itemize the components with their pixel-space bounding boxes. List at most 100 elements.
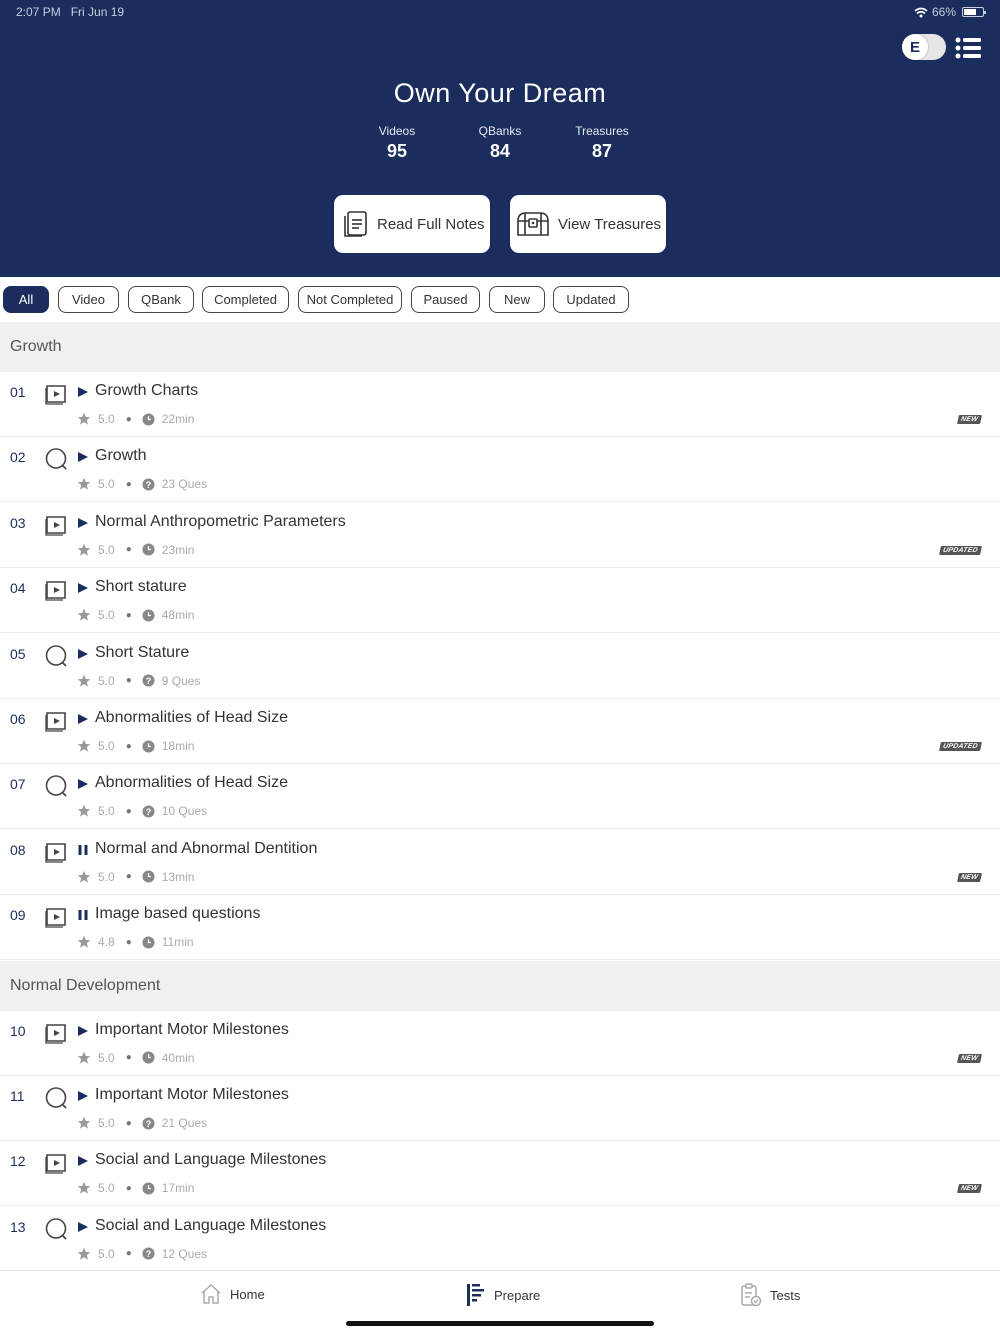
- clock-icon: [142, 609, 155, 622]
- item-title: Social and Language Milestones: [95, 1151, 327, 1169]
- item-rating: 5.0: [98, 739, 115, 753]
- nav-prepare[interactable]: Prepare: [466, 1283, 540, 1307]
- star-icon: [77, 543, 91, 556]
- filter-chip-updated[interactable]: Updated: [553, 286, 629, 313]
- item-rating: 5.0: [98, 477, 115, 492]
- toggle-knob: E: [902, 34, 928, 60]
- separator-dot: ●: [125, 675, 132, 687]
- list-item[interactable]: 02 Growth 5.0 ●? 23 Ques: [0, 437, 1000, 503]
- item-meta: 5.0 ● 18min: [77, 739, 194, 753]
- item-meta: 4.8 ● 11min: [77, 935, 194, 949]
- star-icon: [77, 674, 91, 687]
- item-number: 10: [10, 1022, 26, 1039]
- svg-text:?: ?: [145, 676, 151, 686]
- list-item[interactable]: 13 Social and Language Milestones 5.0 ●? 12 …: [0, 1206, 1000, 1272]
- list-item[interactable]: 08 Normal and Abnormal Dentition 5.0 ● 13min…: [0, 829, 1000, 895]
- list-item[interactable]: 11 Important Motor Milestones 5.0 ●? 21 Ques: [0, 1076, 1000, 1141]
- star-icon: [77, 805, 91, 817]
- prepare-icon: [467, 1284, 484, 1306]
- qbank-icon: [44, 774, 68, 798]
- qbank-icon: [44, 644, 68, 668]
- list-item[interactable]: 06 Abnormalities of Head Size 5.0 ● 18min UPD…: [0, 699, 1000, 764]
- item-info: 11min: [161, 935, 194, 950]
- clock-icon: [142, 1182, 155, 1195]
- item-rating: 5.0: [98, 542, 115, 557]
- item-info: 17min: [161, 1181, 195, 1196]
- list-item[interactable]: 10 Important Motor Milestones 5.0 ● 40min NEW: [0, 1010, 1000, 1076]
- clock-icon: [142, 870, 155, 883]
- battery-percent: 66%: [931, 5, 956, 19]
- item-rating: 4.8: [98, 935, 115, 950]
- filter-chip-completed[interactable]: Completed: [202, 286, 289, 313]
- pause-icon: [77, 908, 89, 922]
- item-info: 23min: [161, 542, 195, 557]
- clock-icon: [142, 739, 155, 753]
- list-item[interactable]: 01 Growth Charts 5.0 ● 22min NEW: [0, 372, 1000, 437]
- play-icon: [77, 1154, 89, 1168]
- qbank-icon: [44, 1217, 68, 1241]
- video-icon: [44, 1151, 68, 1175]
- list-item[interactable]: 09 Image based questions 4.8 ● 11min: [0, 895, 1000, 961]
- separator-dot: ●: [125, 413, 132, 425]
- status-date-text: Fri Jun 19: [70, 5, 125, 19]
- item-rating: 5.0: [98, 1181, 115, 1196]
- video-icon: [44, 840, 68, 864]
- item-meta: 5.0 ● 40min: [77, 1051, 194, 1065]
- separator-dot: ●: [125, 740, 132, 752]
- item-rating: 5.0: [98, 412, 115, 426]
- item-title: Image based questions: [95, 905, 261, 923]
- item-title: Short Stature: [95, 643, 190, 661]
- list-item[interactable]: 07 Abnormalities of Head Size 5.0 ●? 10 Ques: [0, 764, 1000, 830]
- page-title: Own Your Dream: [393, 78, 607, 108]
- video-icon: [44, 709, 68, 733]
- item-title: Growth Charts: [95, 382, 199, 399]
- separator-dot: ●: [125, 609, 132, 621]
- item-rating: 5.0: [98, 1246, 115, 1261]
- filter-chip-new[interactable]: New: [489, 286, 545, 313]
- item-rating: 5.0: [98, 1050, 115, 1065]
- list-item[interactable]: 12 Social and Language Milestones 5.0 ● 17mi…: [0, 1141, 1000, 1207]
- star-icon: [77, 1182, 91, 1194]
- item-rating: 5.0: [98, 804, 115, 819]
- filter-chip-paused[interactable]: Paused: [411, 286, 480, 313]
- play-icon: [77, 712, 89, 726]
- nav-tests[interactable]: Tests: [740, 1283, 800, 1307]
- item-number: 05: [10, 645, 26, 662]
- play-icon: [77, 1220, 89, 1234]
- list-item[interactable]: 05 Short Stature 5.0 ●? 9 Ques: [0, 633, 1000, 699]
- list-item[interactable]: 03 Normal Anthropometric Parameters 5.0 ● 23…: [0, 502, 1000, 568]
- filter-chip-video[interactable]: Video: [58, 286, 119, 313]
- filter-chip-qbank[interactable]: QBank: [128, 286, 194, 313]
- video-icon: [44, 1021, 68, 1045]
- status-badge: NEW: [957, 872, 982, 882]
- svg-text:?: ?: [145, 1249, 151, 1259]
- clock-icon: [142, 1051, 155, 1064]
- clock-icon: [142, 543, 155, 556]
- item-title: Short stature: [95, 578, 187, 596]
- item-meta: 5.0 ●? 10 Ques: [77, 804, 207, 818]
- battery-icon: [962, 7, 986, 17]
- status-badge: NEW: [957, 1184, 982, 1194]
- item-number: 07: [10, 776, 26, 793]
- read-full-notes-button[interactable]: Read Full Notes: [334, 195, 490, 253]
- play-icon: [77, 647, 89, 661]
- status-bar: 2:07 PM Fri Jun 19 66%: [16, 5, 986, 19]
- nav-prepare-label: Prepare: [494, 1287, 541, 1303]
- star-icon: [77, 870, 91, 883]
- clock-icon: [142, 936, 155, 949]
- nav-home[interactable]: Home: [200, 1283, 265, 1305]
- status-badge: UPDATED: [939, 545, 982, 555]
- star-icon: [77, 1051, 91, 1064]
- item-meta: 5.0 ● 23min: [77, 543, 194, 557]
- item-meta: 5.0 ● 48min: [77, 608, 194, 622]
- view-treasures-button[interactable]: View Treasures: [510, 195, 666, 253]
- filter-chip-not-completed[interactable]: Not Completed: [298, 286, 402, 313]
- separator-dot: ●: [125, 936, 132, 948]
- list-menu-icon[interactable]: [955, 37, 981, 59]
- mode-toggle[interactable]: E: [902, 34, 946, 60]
- list-item[interactable]: 04 Short stature 5.0 ● 48min: [0, 568, 1000, 634]
- filter-chip-all[interactable]: All: [3, 286, 49, 313]
- video-icon: [44, 905, 68, 929]
- separator-dot: ●: [125, 544, 132, 556]
- item-title: Important Motor Milestones: [95, 1020, 289, 1038]
